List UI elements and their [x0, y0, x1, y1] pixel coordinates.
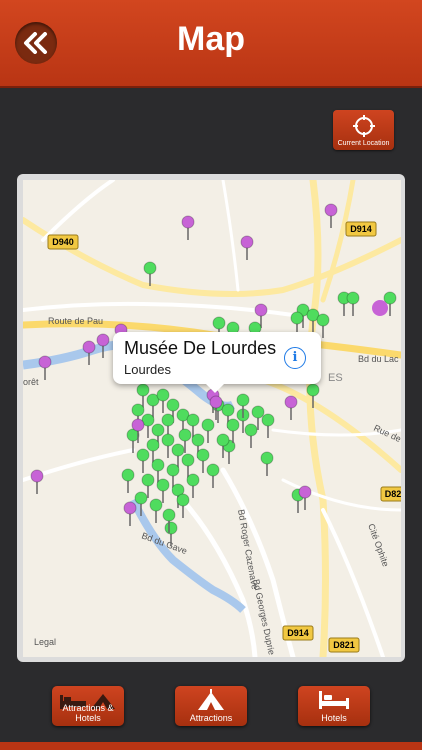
road-label: orêt [23, 377, 39, 387]
attraction-pin[interactable] [191, 433, 205, 447]
attraction-pin[interactable] [216, 433, 230, 447]
river-south [129, 498, 246, 613]
hotel-pin[interactable] [82, 340, 96, 354]
attraction-pin[interactable] [290, 311, 304, 325]
road-badge: D821 [333, 640, 355, 650]
attraction-pin[interactable] [346, 291, 360, 305]
hotel-pin[interactable] [298, 485, 312, 499]
attraction-pin[interactable] [186, 413, 200, 427]
attraction-pin[interactable] [156, 388, 170, 402]
hotel-pin[interactable] [181, 215, 195, 229]
attraction-pin[interactable] [221, 403, 235, 417]
attraction-pin[interactable] [260, 451, 274, 465]
legal-link[interactable]: Legal [34, 637, 56, 647]
attraction-pin[interactable] [151, 458, 165, 472]
callout-pointer [205, 383, 225, 393]
attraction-pin[interactable] [176, 493, 190, 507]
attraction-pin[interactable] [251, 405, 265, 419]
attraction-pin[interactable] [121, 468, 135, 482]
attraction-pin[interactable] [143, 261, 157, 275]
attraction-pin[interactable] [156, 478, 170, 492]
header-bar: Map [0, 0, 422, 88]
hotel-pin[interactable] [209, 395, 223, 409]
attraction-pin[interactable] [162, 508, 176, 522]
attraction-pin[interactable] [161, 433, 175, 447]
road-badge: D914 [350, 224, 372, 234]
train-station-icon [372, 300, 388, 316]
current-location-button[interactable]: Current Location [333, 110, 394, 150]
map-view[interactable]: D940 D914 D82 D914 D821 Route de Pau Bd … [23, 180, 401, 657]
attraction-pin[interactable] [212, 316, 226, 330]
attraction-pin[interactable] [201, 418, 215, 432]
hotel-pin[interactable] [38, 355, 52, 369]
map-canvas: D940 D914 D82 D914 D821 Route de Pau Bd … [23, 180, 401, 657]
hotel-pin[interactable] [131, 418, 145, 432]
attraction-pin[interactable] [151, 423, 165, 437]
attraction-pin[interactable] [306, 383, 320, 397]
attraction-pin[interactable] [166, 398, 180, 412]
tab-hotels[interactable]: Hotels [298, 686, 370, 726]
attraction-pin[interactable] [136, 448, 150, 462]
tab-attractions-hotels[interactable]: Attractions & Hotels [52, 686, 124, 726]
road-label: Route de Pau [48, 316, 103, 326]
attraction-pin[interactable] [196, 448, 210, 462]
bottom-strip [0, 742, 422, 750]
callout-subtitle: Lourdes [124, 362, 171, 377]
callout-title: Musée De Lourdes [124, 338, 277, 358]
attraction-pin[interactable] [178, 428, 192, 442]
road-label: Cité Ophite [366, 522, 391, 568]
attraction-pin[interactable] [186, 473, 200, 487]
attraction-pin[interactable] [171, 443, 185, 457]
road-badge: D914 [287, 628, 309, 638]
attraction-pin[interactable] [244, 423, 258, 437]
attraction-pin[interactable] [261, 413, 275, 427]
info-icon[interactable]: i [284, 347, 306, 369]
hotel-pin[interactable] [254, 303, 268, 317]
hotel-pin[interactable] [284, 395, 298, 409]
attraction-pin[interactable] [181, 453, 195, 467]
tab-label: Hotels [321, 713, 347, 723]
road-label: Bd du Lac [358, 354, 399, 364]
attraction-pin[interactable] [316, 313, 330, 327]
attraction-pin[interactable] [226, 418, 240, 432]
map-callout[interactable]: Musée De Lourdes Lourdes i [113, 332, 321, 384]
page-title: Map [177, 20, 245, 58]
attraction-pin[interactable] [161, 413, 175, 427]
attraction-pin[interactable] [136, 383, 150, 397]
tab-attractions[interactable]: Attractions [175, 686, 247, 726]
hotel-pin[interactable] [123, 501, 137, 515]
road-badge: D940 [52, 237, 74, 247]
road-badge: D82 [385, 489, 401, 499]
attraction-pin[interactable] [206, 463, 220, 477]
tab-label: Attractions & Hotels [62, 703, 114, 723]
tent-icon [198, 689, 224, 710]
hotel-pin[interactable] [240, 235, 254, 249]
attraction-pin[interactable] [134, 491, 148, 505]
road-label: Bd Roger Cazenave [236, 509, 260, 591]
attraction-pin[interactable] [141, 473, 155, 487]
attraction-pin[interactable] [383, 291, 397, 305]
crosshair-icon [353, 115, 375, 137]
hotel-pin[interactable] [96, 333, 110, 347]
attraction-pin[interactable] [146, 438, 160, 452]
tab-label: Attractions [189, 713, 233, 723]
attraction-pin[interactable] [236, 393, 250, 407]
attraction-pin[interactable] [149, 498, 163, 512]
bed-icon [319, 691, 349, 709]
attraction-pin[interactable] [164, 521, 178, 535]
attraction-pin[interactable] [166, 463, 180, 477]
attraction-pin[interactable] [131, 403, 145, 417]
hotel-pin[interactable] [324, 203, 338, 217]
road-label: ES [328, 372, 343, 384]
hotel-pin[interactable] [30, 469, 44, 483]
current-location-label: Current Location [337, 140, 390, 147]
road-label: Rue de [372, 423, 401, 444]
